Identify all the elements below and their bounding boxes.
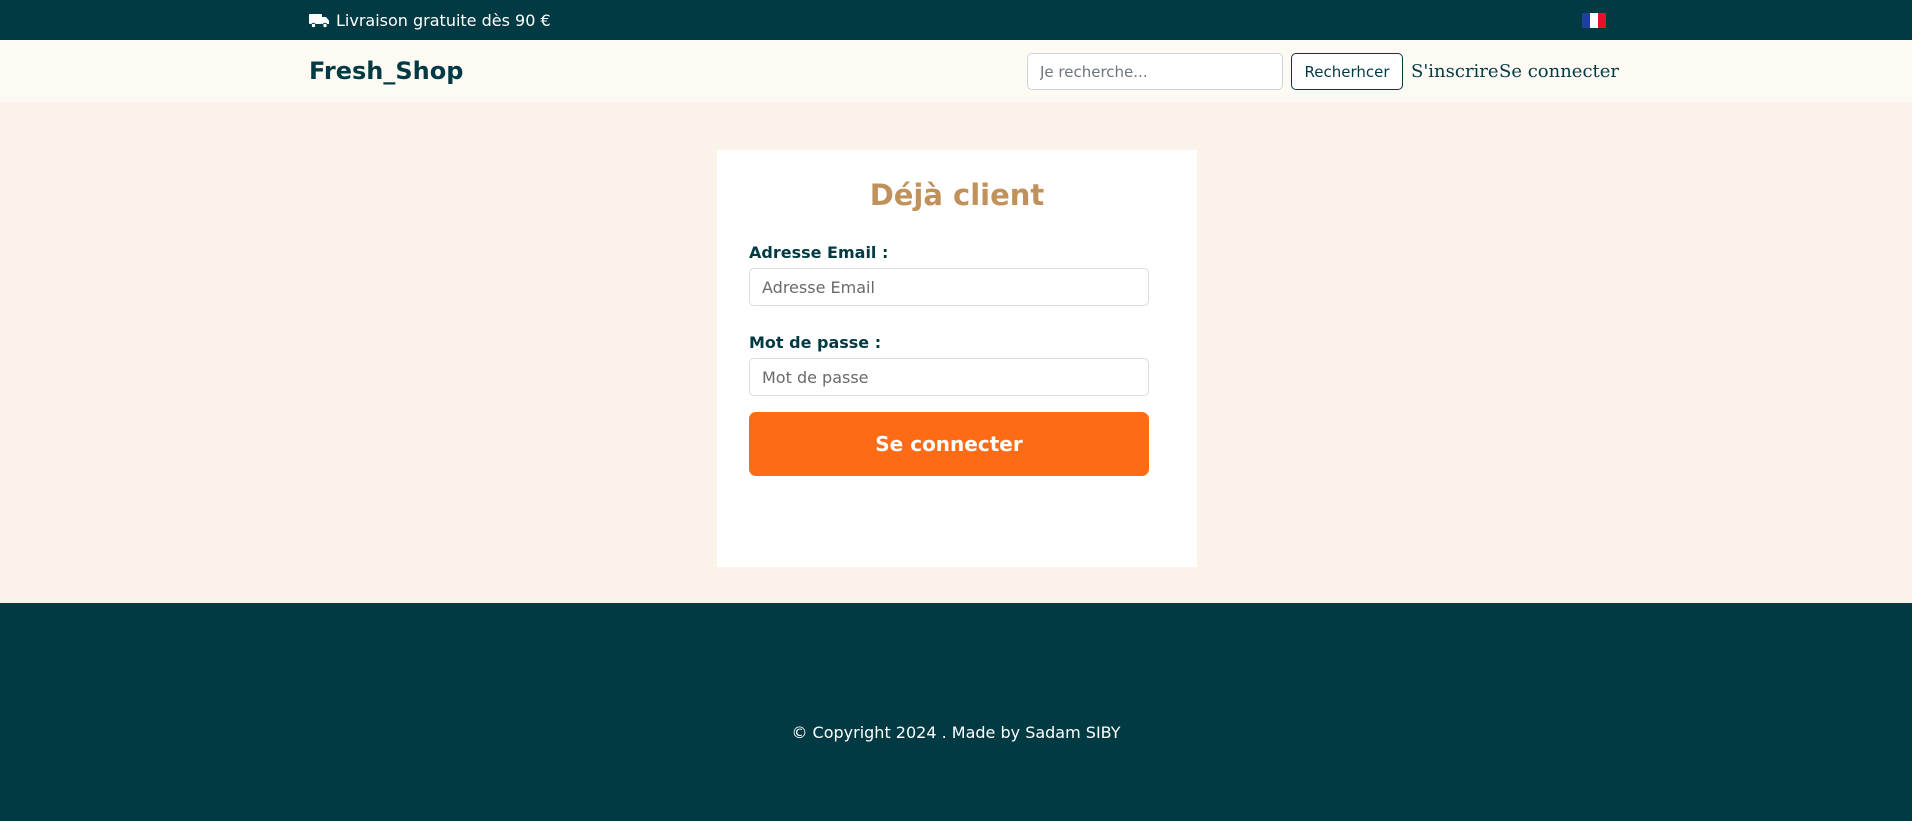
french-flag-icon[interactable] — [1582, 13, 1606, 28]
brand-logo[interactable]: Fresh_Shop — [309, 40, 463, 102]
truck-icon — [309, 13, 329, 28]
site-footer: © Copyright 2024 . Made by Sadam SIBY — [0, 603, 1912, 821]
login-title: Déjà client — [869, 178, 1045, 212]
register-link[interactable]: S'inscrire — [1411, 40, 1499, 102]
free-shipping-banner: Livraison gratuite dès 90 € — [309, 0, 551, 40]
email-field[interactable] — [749, 268, 1149, 306]
password-label: Mot de passe : — [749, 333, 882, 352]
search-input[interactable] — [1027, 53, 1283, 90]
search-button[interactable]: Recherhcer — [1291, 53, 1403, 90]
login-submit-button[interactable]: Se connecter — [749, 412, 1149, 476]
main-header: Fresh_Shop Recherhcer S'inscrire Se conn… — [0, 40, 1912, 102]
promo-bar: Livraison gratuite dès 90 € — [0, 0, 1912, 40]
free-shipping-text: Livraison gratuite dès 90 € — [336, 10, 551, 30]
login-card: Déjà client Adresse Email : Mot de passe… — [717, 150, 1197, 567]
login-link[interactable]: Se connecter — [1499, 40, 1619, 102]
copyright-text: © Copyright 2024 . Made by Sadam SIBY — [791, 723, 1121, 742]
email-label: Adresse Email : — [749, 243, 889, 262]
password-field[interactable] — [749, 358, 1149, 396]
